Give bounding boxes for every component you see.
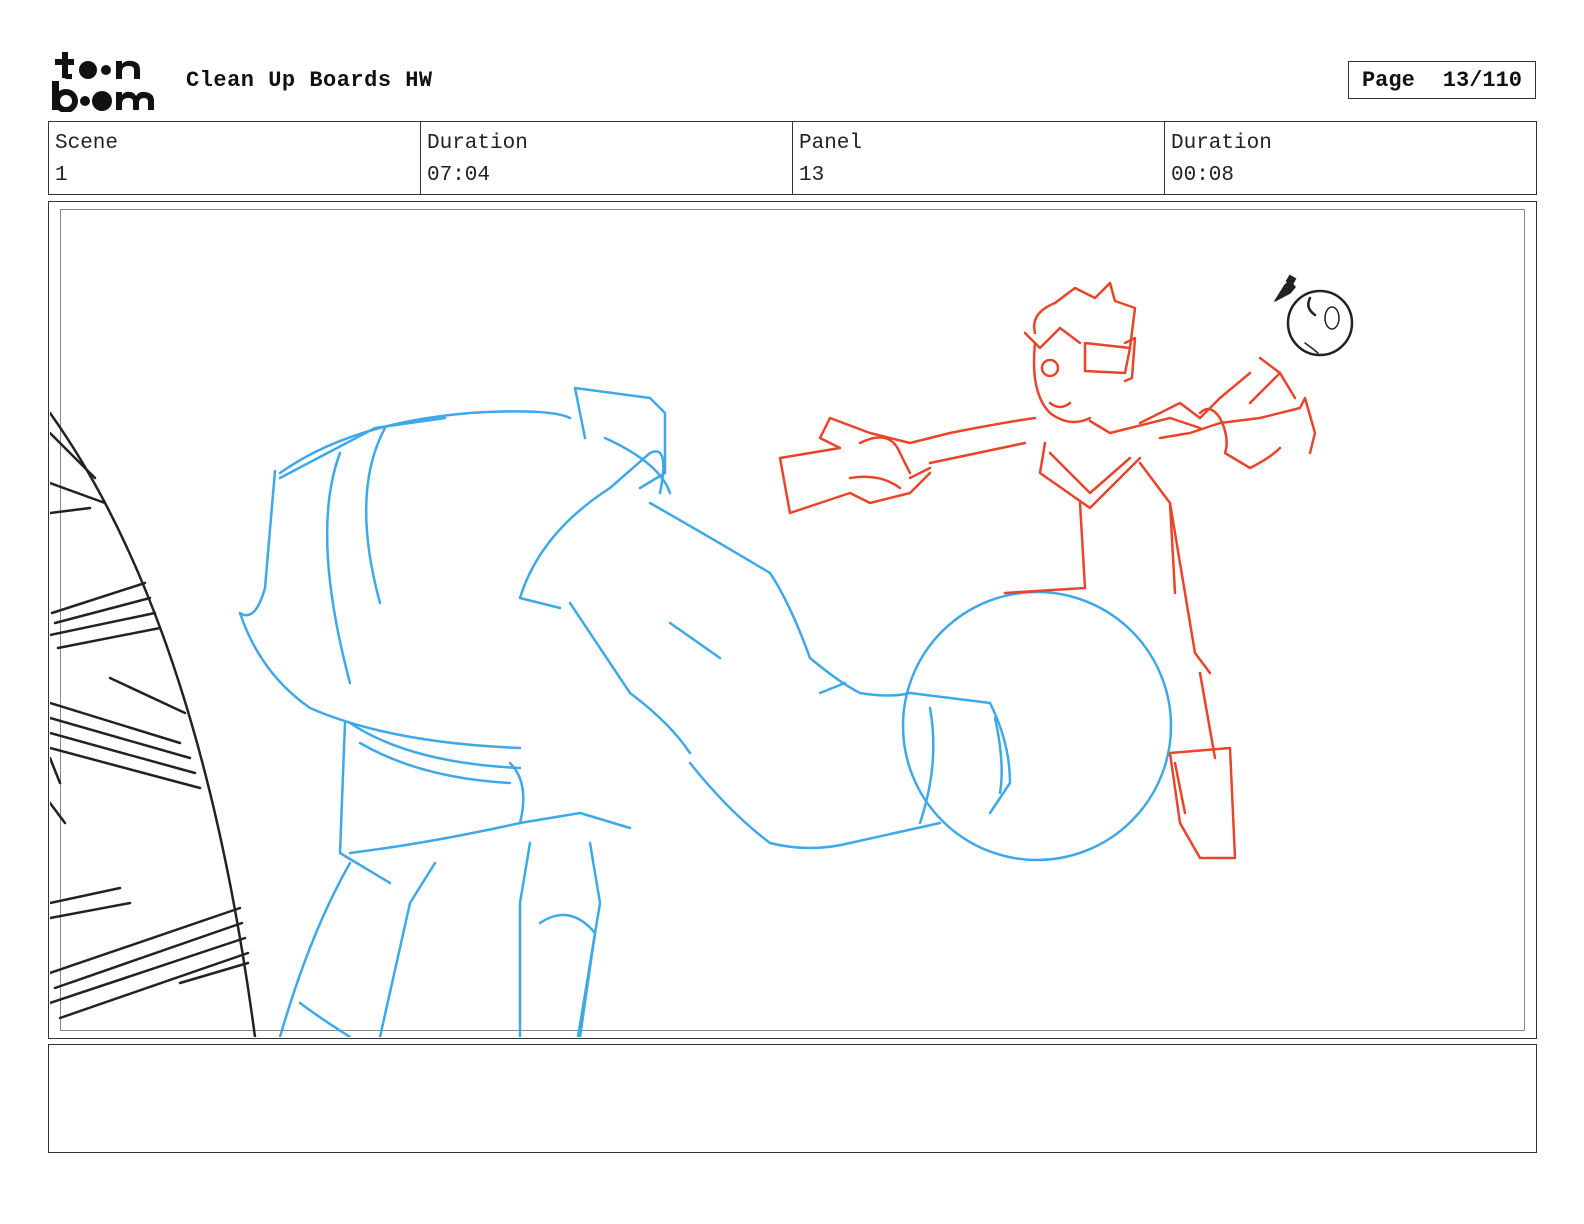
panel-notes-box[interactable]: [48, 1044, 1537, 1153]
panel-duration-value: 00:08: [1171, 164, 1235, 187]
panel-cell: Panel 13: [793, 122, 1165, 194]
panel-duration-cell: Duration 00:08: [1165, 122, 1536, 194]
scene-label: Scene: [55, 132, 119, 155]
page-label: Page: [1361, 67, 1415, 93]
scene-duration-cell: Duration 07:04: [421, 122, 793, 194]
scene-duration-label: Duration: [427, 132, 528, 155]
blue-character-sketch: [238, 386, 1173, 1037]
scene-info-table: Scene 1 Duration 07:04 Panel 13 Duration…: [48, 121, 1537, 195]
panel-value: 13: [799, 164, 825, 187]
document-title: Clean Up Boards HW: [186, 68, 433, 93]
scene-value: 1: [55, 164, 68, 187]
red-character-sketch: [778, 281, 1317, 860]
panel-duration-label: Duration: [1171, 132, 1272, 155]
scene-cell: Scene 1: [49, 122, 421, 194]
storyboard-sketch: [50, 274, 1354, 1037]
page-indicator: Page 13/110: [1348, 61, 1536, 99]
toonboom-logo: [52, 52, 154, 112]
panel-label: Panel: [799, 132, 863, 155]
ball-sketch: [1286, 289, 1354, 357]
tire-sketch: [50, 411, 257, 1037]
page-number: 13/110: [1442, 67, 1523, 93]
pencil-cursor-icon: [1274, 274, 1297, 302]
scene-duration-value: 07:04: [427, 164, 491, 187]
